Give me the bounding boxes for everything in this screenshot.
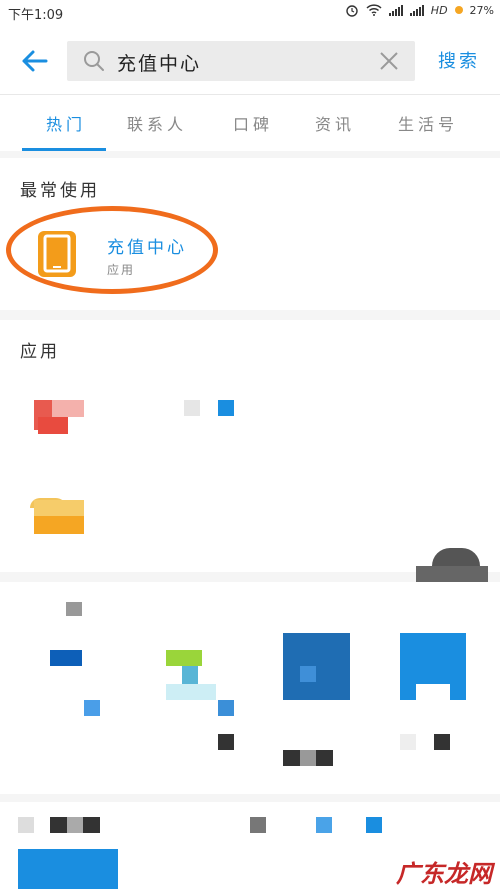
search-button[interactable]: 搜索 [438, 47, 480, 73]
status-time: 下午1:09 [8, 8, 64, 23]
search-box[interactable] [67, 41, 415, 81]
bottom-app-icon[interactable] [18, 849, 118, 889]
apps-title: 应用 [20, 342, 60, 362]
tab-hot[interactable]: 热门 [46, 111, 86, 135]
search-header: 搜索 [0, 26, 500, 94]
bottom-block-5 [316, 817, 332, 833]
recent-title: 最常使用 [20, 181, 100, 201]
tab-life-account[interactable]: 生活号 [398, 111, 458, 135]
search-input[interactable] [115, 46, 369, 78]
tab-bar: 热门 联系人 口碑 资讯 生活号 [0, 94, 500, 151]
bottom-block-3 [67, 817, 83, 833]
tab-koubei[interactable]: 口碑 [233, 111, 273, 135]
tab-news[interactable]: 资讯 [315, 111, 355, 135]
bottom-block-1 [18, 817, 34, 833]
clear-icon[interactable] [379, 51, 399, 71]
highlight-circle [6, 206, 218, 294]
network-type: HD [430, 3, 448, 17]
battery-level: 27% [469, 3, 494, 17]
battery-icon [454, 6, 463, 14]
apps-section [0, 320, 500, 572]
bottom-block-6 [366, 817, 382, 833]
search-icon [84, 51, 104, 71]
signal-icon-2 [409, 4, 424, 16]
tab-contacts[interactable]: 联系人 [127, 111, 187, 135]
bottom-block-4 [250, 817, 266, 833]
status-icons: HD 27% [345, 3, 494, 17]
grid-item-icon-3[interactable] [84, 700, 100, 716]
grid-item-icon-1[interactable] [66, 602, 82, 616]
back-arrow-icon[interactable] [20, 46, 50, 76]
status-bar: 下午1:09 HD 27% [0, 0, 500, 26]
active-tab-indicator [22, 148, 106, 151]
signal-icon [388, 4, 403, 16]
watermark: 广东龙网 [396, 860, 492, 888]
grid-item-icon-2[interactable] [50, 650, 82, 666]
wifi-icon [366, 4, 382, 16]
alarm-icon [346, 5, 358, 17]
